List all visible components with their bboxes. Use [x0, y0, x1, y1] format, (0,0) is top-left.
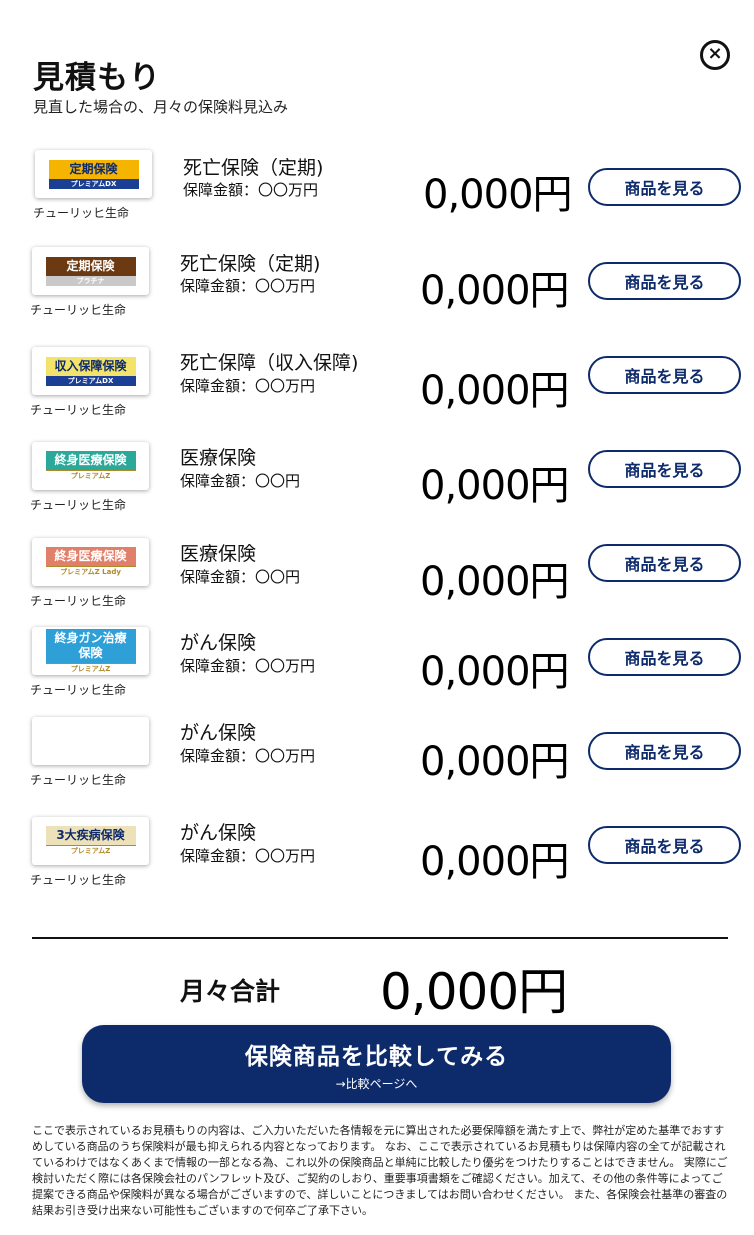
coverage-amount: 保障金額：〇〇万円 — [180, 277, 316, 295]
product-logo: 定期保険 プレミアムDX — [35, 150, 152, 198]
product-logo-name: 収入保障保険 — [45, 356, 136, 376]
product-logo-plan: プレミアムZ Lady — [45, 566, 136, 577]
product-logo: 終身ガン治療保険 プレミアムZ — [32, 627, 149, 675]
coverage-amount: 保障金額：〇〇円 — [180, 568, 301, 586]
view-product-button[interactable]: 商品を見る — [588, 262, 741, 300]
insurer-name: チューリッヒ生命 — [33, 206, 130, 220]
product-logo-plan: プレミアムZ — [45, 845, 136, 856]
monthly-premium: 0,000円 — [420, 368, 570, 414]
monthly-premium: 0,000円 — [420, 463, 570, 509]
page-title: 見積もり — [33, 60, 161, 96]
monthly-premium: 0,000円 — [420, 268, 570, 314]
close-button[interactable]: × — [700, 40, 730, 70]
product-logo-plan: プラチナ — [45, 275, 136, 286]
product-logo-name: 終身ガン治療保険 — [45, 628, 136, 663]
product-logo-plan: プレミアムZ — [45, 662, 136, 674]
product-logo-name: 定期保険 — [48, 159, 139, 179]
product-logo: 終身医療保険 プレミアムZ — [32, 442, 149, 490]
product-logo: 終身医療保険 プレミアムZ Lady — [32, 538, 149, 586]
compare-button-label: 保険商品を比較してみる — [244, 1043, 509, 1070]
compare-products-button[interactable]: 保険商品を比較してみる →比較ページへ — [82, 1025, 671, 1103]
monthly-premium: 0,000円 — [420, 739, 570, 785]
insurance-type: 死亡保険（定期) — [180, 253, 321, 275]
coverage-amount: 保障金額：〇〇万円 — [180, 747, 316, 765]
insurance-type: 死亡保障（収入保障) — [180, 352, 359, 374]
product-logo-plan: プレミアムDX — [45, 375, 136, 386]
product-logo: 収入保障保険 プレミアムDX — [32, 347, 149, 395]
product-logo: 3大疾病保険 プレミアムZ — [32, 817, 149, 865]
monthly-premium: 0,000円 — [420, 839, 570, 885]
product-logo-plan: プレミアムDX — [48, 178, 139, 189]
insurer-name: チューリッヒ生命 — [30, 498, 127, 512]
monthly-premium: 0,000円 — [420, 559, 570, 605]
view-product-button[interactable]: 商品を見る — [588, 638, 741, 676]
view-product-button[interactable]: 商品を見る — [588, 732, 741, 770]
coverage-amount: 保障金額：〇〇万円 — [183, 181, 319, 199]
view-product-button[interactable]: 商品を見る — [588, 168, 741, 206]
product-logo-name: 定期保険 — [45, 256, 136, 276]
product-logo-name: 3大疾病保険 — [45, 826, 136, 845]
monthly-total-label: 月々合計 — [180, 977, 281, 1006]
monthly-total-value: 0,000円 — [380, 963, 568, 1021]
insurer-name: チューリッヒ生命 — [30, 594, 127, 608]
insurance-type: がん保険 — [180, 632, 257, 654]
view-product-button[interactable]: 商品を見る — [588, 826, 741, 864]
coverage-amount: 保障金額：〇〇万円 — [180, 377, 316, 395]
insurance-type: がん保険 — [180, 822, 257, 844]
insurer-name: チューリッヒ生命 — [30, 403, 127, 417]
coverage-amount: 保障金額：〇〇円 — [180, 472, 301, 490]
product-logo-plan: プレミアムZ — [45, 470, 136, 481]
insurer-name: チューリッヒ生命 — [30, 683, 127, 697]
page-subtitle: 見直した場合の、月々の保険料見込み — [33, 98, 289, 116]
insurance-type: がん保険 — [180, 722, 257, 744]
view-product-button[interactable]: 商品を見る — [588, 450, 741, 488]
insurer-name: チューリッヒ生命 — [30, 303, 127, 317]
insurance-type: 死亡保険（定期) — [183, 157, 324, 179]
coverage-amount: 保障金額：〇〇万円 — [180, 847, 316, 865]
product-logo-name: 終身医療保険 — [45, 547, 136, 566]
product-logo: 定期保険 プラチナ — [32, 247, 149, 295]
compare-button-sublabel: →比較ページへ — [335, 1076, 418, 1091]
monthly-premium: 0,000円 — [420, 649, 570, 695]
insurer-name: チューリッヒ生命 — [30, 773, 127, 787]
divider — [32, 937, 728, 939]
product-logo-name: 終身医療保険 — [45, 451, 136, 470]
insurance-type: 医療保険 — [180, 447, 257, 469]
insurer-name: チューリッヒ生命 — [30, 873, 127, 887]
monthly-premium: 0,000円 — [423, 172, 573, 218]
disclaimer-text: ここで表示されているお見積もりの内容は、ご入力いただいた各情報を元に算出された必… — [32, 1124, 728, 1217]
close-icon: × — [707, 43, 723, 64]
view-product-button[interactable]: 商品を見る — [588, 544, 741, 582]
product-logo — [32, 717, 149, 765]
coverage-amount: 保障金額：〇〇万円 — [180, 657, 316, 675]
view-product-button[interactable]: 商品を見る — [588, 356, 741, 394]
insurance-type: 医療保険 — [180, 543, 257, 565]
